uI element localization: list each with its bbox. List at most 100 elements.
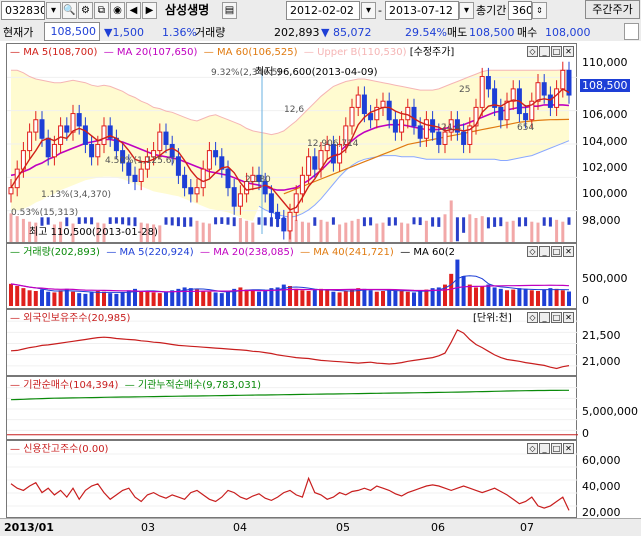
candle-body bbox=[535, 82, 541, 102]
net-sell-bar bbox=[418, 217, 422, 226]
net-buy-bar bbox=[325, 221, 329, 242]
weekly-price-button[interactable]: 주간주가 bbox=[585, 0, 640, 19]
period-input[interactable]: 360 bbox=[508, 1, 532, 20]
memo-icon[interactable]: ▤ bbox=[222, 2, 237, 19]
checkbox[interactable] bbox=[624, 23, 639, 40]
annotation-fib-8: 25 bbox=[459, 85, 471, 95]
candle-body bbox=[361, 94, 367, 115]
volume-bar bbox=[542, 289, 547, 306]
legend-volume: 거래량(202,893) bbox=[23, 247, 100, 258]
net-buy-bar bbox=[251, 222, 255, 242]
volume-bar bbox=[108, 293, 113, 306]
volume-y-axis: 500,000 0 bbox=[578, 243, 641, 309]
candle-body bbox=[95, 143, 101, 158]
net-sell-bar bbox=[313, 217, 317, 226]
candle-body bbox=[485, 76, 491, 90]
close-icon[interactable]: ✕ bbox=[563, 312, 574, 323]
credit-panel[interactable]: — 신용잔고주수(0.00) ◇ _ □ ✕ bbox=[6, 440, 578, 518]
search-icon[interactable]: 🔍 bbox=[62, 2, 77, 19]
net-buy-bar bbox=[195, 220, 199, 242]
close-icon[interactable]: ✕ bbox=[563, 46, 574, 57]
price-legend: — MA 5(108,700) — MA 20(107,650) — MA 60… bbox=[10, 47, 455, 58]
price-tick: 98,000 bbox=[582, 214, 621, 227]
candle-body bbox=[275, 211, 281, 220]
volume-bar bbox=[52, 292, 57, 306]
legend-adjusted: [수정주가] bbox=[409, 47, 455, 58]
volume-bar bbox=[350, 289, 354, 306]
settings-icon[interactable]: ◇ bbox=[527, 46, 538, 57]
volume-bar bbox=[213, 292, 218, 306]
volume-bar bbox=[244, 289, 249, 306]
minimize-icon[interactable]: _ bbox=[539, 246, 550, 257]
candle-body bbox=[157, 131, 163, 152]
volume-bar bbox=[114, 293, 119, 306]
settings-icon[interactable]: ◇ bbox=[527, 312, 538, 323]
candle-body bbox=[399, 119, 405, 133]
net-sell-bar bbox=[437, 217, 441, 227]
candle-body bbox=[101, 125, 107, 145]
close-icon[interactable]: ✕ bbox=[563, 246, 574, 257]
settings-icon[interactable]: ◇ bbox=[527, 443, 538, 454]
volume-bar bbox=[567, 291, 571, 306]
volume-bar bbox=[64, 288, 69, 306]
start-date-dropdown-icon[interactable]: ▾ bbox=[361, 2, 376, 19]
volume-bar bbox=[120, 292, 125, 306]
stock-code-input[interactable]: 032830 bbox=[1, 1, 45, 20]
gear-icon[interactable]: ⚙ bbox=[78, 2, 93, 19]
candle-body bbox=[163, 131, 169, 145]
annotation-fib-7: 2,180 bbox=[245, 175, 271, 185]
eye-icon[interactable]: ◉ bbox=[110, 2, 125, 19]
volume-bar bbox=[300, 290, 305, 306]
maximize-icon[interactable]: □ bbox=[551, 443, 562, 454]
start-date-input[interactable]: 2012-02-02 bbox=[286, 1, 360, 20]
net-buy-bar bbox=[468, 214, 472, 242]
foreign-panel[interactable]: — 외국인보유주수(20,985) [단위:천] ◇ _ □ ✕ bbox=[6, 309, 578, 376]
candle-body bbox=[479, 76, 485, 108]
net-sell-bar bbox=[220, 217, 224, 224]
volume-panel[interactable]: — 거래량(202,893) — MA 5(220,924) — MA 20(2… bbox=[6, 243, 577, 309]
maximize-icon[interactable]: □ bbox=[551, 46, 562, 57]
volume-bar bbox=[195, 289, 199, 306]
volume-bar bbox=[331, 291, 336, 306]
volume-bar bbox=[145, 291, 150, 306]
candle-body bbox=[306, 156, 312, 176]
candle-body bbox=[461, 131, 467, 145]
volume-bar bbox=[523, 288, 528, 306]
end-date-input[interactable]: 2013-07-12 bbox=[385, 1, 459, 20]
x-tick: 06 bbox=[431, 521, 445, 534]
prev-arrow-icon[interactable]: ◀ bbox=[126, 2, 141, 19]
net-sell-bar bbox=[176, 217, 180, 227]
settings-icon[interactable]: ◇ bbox=[527, 246, 538, 257]
credit-panel-controls: ◇ _ □ ✕ bbox=[527, 443, 574, 454]
net-sell-bar bbox=[369, 217, 373, 226]
dropdown-icon[interactable]: ▾ bbox=[46, 2, 61, 19]
net-sell-bar bbox=[393, 217, 397, 226]
maximize-icon[interactable]: □ bbox=[551, 312, 562, 323]
candle-body bbox=[132, 174, 138, 182]
net-buy-bar bbox=[238, 218, 242, 242]
close-icon[interactable]: ✕ bbox=[563, 443, 574, 454]
volume-bar bbox=[337, 292, 342, 306]
volume-bar bbox=[362, 288, 367, 306]
volume-bar bbox=[250, 291, 255, 306]
period-spinner-icon[interactable]: ⇕ bbox=[532, 2, 547, 19]
next-arrow-icon[interactable]: ▶ bbox=[142, 2, 157, 19]
maximize-icon[interactable]: □ bbox=[551, 246, 562, 257]
net-buy-bar bbox=[338, 224, 342, 242]
minimize-icon[interactable]: _ bbox=[539, 312, 550, 323]
minimize-icon[interactable]: _ bbox=[539, 443, 550, 454]
copy-icon[interactable]: ⧉ bbox=[94, 2, 109, 19]
institution-panel[interactable]: — 기관순매수(104,394) — 기관누적순매수(9,783,031) bbox=[6, 376, 578, 440]
minimize-icon[interactable]: _ bbox=[539, 46, 550, 57]
net-buy-bar bbox=[207, 223, 211, 242]
legend-ma20: MA 20(107,650) bbox=[116, 47, 198, 58]
net-sell-bar bbox=[77, 217, 81, 224]
price-panel-controls: ◇ _ □ ✕ bbox=[527, 46, 574, 57]
net-sell-bar bbox=[183, 217, 187, 227]
price-panel[interactable]: — MA 5(108,700) — MA 20(107,650) — MA 60… bbox=[6, 43, 578, 243]
volume-bar bbox=[381, 291, 385, 306]
volume-bar bbox=[257, 291, 261, 306]
end-date-dropdown-icon[interactable]: ▾ bbox=[459, 2, 474, 19]
net-buy-bar bbox=[319, 219, 323, 242]
candle-body bbox=[213, 150, 219, 158]
